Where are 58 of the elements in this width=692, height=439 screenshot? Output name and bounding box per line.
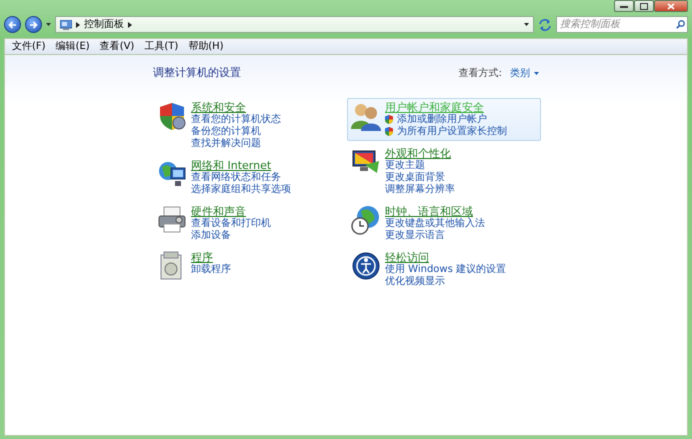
task-link[interactable]: 查看您的计算机状态 xyxy=(191,114,281,126)
task-link[interactable]: 使用 Windows 建议的设置 xyxy=(385,264,506,276)
menu-item[interactable]: 查看(V) xyxy=(96,39,138,54)
task-link[interactable]: 查找并解决问题 xyxy=(191,138,261,150)
category-link[interactable]: 硬件和声音 xyxy=(191,204,246,218)
breadcrumb-item[interactable]: 控制面板 xyxy=(84,17,124,32)
category-link[interactable]: 程序 xyxy=(191,250,213,264)
task-link[interactable]: 更改显示语言 xyxy=(385,230,445,242)
menu-item[interactable]: 编辑(E) xyxy=(52,39,94,54)
dropdown-caret-icon xyxy=(524,23,529,26)
search-field[interactable]: 搜索控制面板 xyxy=(556,16,688,33)
category-link[interactable]: 时钟、语言和区域 xyxy=(385,204,473,218)
menu-item[interactable]: 帮助(H) xyxy=(184,39,228,54)
printer-drawing xyxy=(157,204,187,234)
dropdown-caret-icon[interactable] xyxy=(46,23,51,26)
search-icon xyxy=(676,20,685,29)
maximize-button[interactable] xyxy=(634,0,654,12)
shield-drawing xyxy=(157,100,187,130)
back-arrow-icon xyxy=(8,20,17,28)
task-link[interactable]: 备份您的计算机 xyxy=(191,126,261,138)
task-link[interactable]: 添加设备 xyxy=(191,230,231,242)
menu-item[interactable]: 文件(F) xyxy=(8,39,50,54)
task-link[interactable]: 查看设备和打印机 xyxy=(191,218,271,230)
task-link[interactable]: 查看网络状态和任务 xyxy=(191,172,281,184)
page-heading: 调整计算机的设置 xyxy=(153,65,241,81)
task-link[interactable]: 更改桌面背景 xyxy=(385,172,445,184)
category-link[interactable]: 轻松访问 xyxy=(385,250,429,264)
refresh-button[interactable] xyxy=(538,18,552,30)
task-link[interactable]: 卸载程序 xyxy=(191,264,231,276)
address-bar[interactable]: 控制面板 xyxy=(55,16,534,33)
accessibility-drawing xyxy=(351,250,381,280)
task-link[interactable]: 优化视频显示 xyxy=(385,276,445,288)
chevron-icon xyxy=(76,22,80,28)
menu-item[interactable]: 工具(T) xyxy=(140,39,182,54)
minimize-button[interactable] xyxy=(614,0,634,12)
category-link[interactable]: 系统和安全 xyxy=(191,100,246,114)
task-link[interactable]: 更改主题 xyxy=(385,160,425,172)
chevron-icon xyxy=(128,22,132,28)
dropdown-caret-icon xyxy=(534,72,539,75)
forward-button[interactable] xyxy=(25,16,42,33)
refresh-icon xyxy=(538,18,552,30)
task-link[interactable]: 更改键盘或其他输入法 xyxy=(385,218,485,230)
back-button[interactable] xyxy=(4,16,21,33)
forward-arrow-icon xyxy=(29,20,38,28)
task-link[interactable]: 添加或删除用户帐户 xyxy=(385,114,487,126)
view-by-dropdown[interactable]: 类别 xyxy=(510,66,539,81)
view-by-label: 查看方式: xyxy=(458,66,502,81)
task-link[interactable]: 为所有用户设置家长控制 xyxy=(385,126,507,138)
close-icon xyxy=(667,2,675,10)
close-button[interactable] xyxy=(654,0,688,12)
category-link[interactable]: 网络和 Internet xyxy=(191,158,272,172)
maximize-icon xyxy=(640,2,648,10)
task-link[interactable]: 选择家庭组和共享选项 xyxy=(191,184,291,196)
task-link[interactable]: 调整屏幕分辨率 xyxy=(385,184,455,196)
control-panel-icon xyxy=(60,20,72,30)
minimize-icon xyxy=(620,4,628,8)
globe-clock-drawing xyxy=(351,204,381,234)
category-link[interactable]: 外观和个性化 xyxy=(385,146,451,160)
